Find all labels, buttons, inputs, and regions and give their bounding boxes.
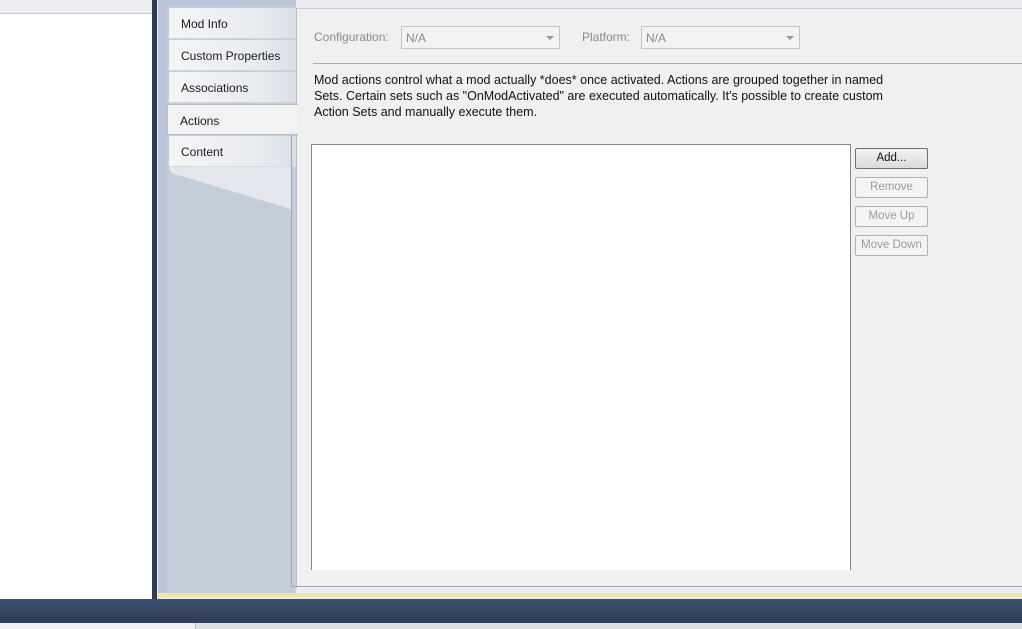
tab-associations[interactable]: Associations: [169, 72, 297, 103]
configuration-label: Configuration:: [314, 30, 389, 44]
move-down-button[interactable]: Move Down: [855, 235, 928, 256]
tab-label: Associations: [181, 81, 249, 95]
platform-label: Platform:: [582, 30, 631, 44]
configuration-dropdown[interactable]: N/A: [401, 26, 560, 49]
status-strip: [0, 599, 1022, 623]
panel-border: [291, 134, 292, 587]
platform-dropdown[interactable]: N/A: [641, 26, 800, 49]
tab-custom-properties[interactable]: Custom Properties: [169, 40, 297, 71]
tab-mod-info[interactable]: Mod Info: [169, 8, 297, 39]
panel-border: [291, 586, 1022, 587]
left-pane-header: [0, 0, 152, 14]
chevron-down-icon: [546, 36, 554, 40]
add-button[interactable]: Add...: [855, 148, 928, 169]
chevron-down-icon: [786, 36, 794, 40]
left-pane: [0, 14, 152, 599]
remove-button[interactable]: Remove: [855, 177, 928, 198]
tab-label: Custom Properties: [181, 49, 281, 63]
tab-label: Content: [181, 145, 224, 159]
action-sets-list[interactable]: [311, 144, 851, 570]
platform-value: N/A: [646, 31, 667, 45]
actions-description: Mod actions control what a mod actually …: [314, 73, 884, 119]
configuration-value: N/A: [406, 31, 427, 45]
tab-skirt-decoration: [169, 166, 292, 213]
editor-accent-bar: [157, 593, 1022, 597]
bottom-tab[interactable]: [0, 623, 196, 629]
move-up-button[interactable]: Move Up: [855, 206, 928, 227]
divider: [313, 63, 1022, 64]
tab-actions[interactable]: Actions: [167, 104, 298, 135]
tab-content[interactable]: Content: [169, 136, 297, 167]
tab-label: Actions: [180, 114, 220, 128]
tab-label: Mod Info: [181, 17, 228, 31]
